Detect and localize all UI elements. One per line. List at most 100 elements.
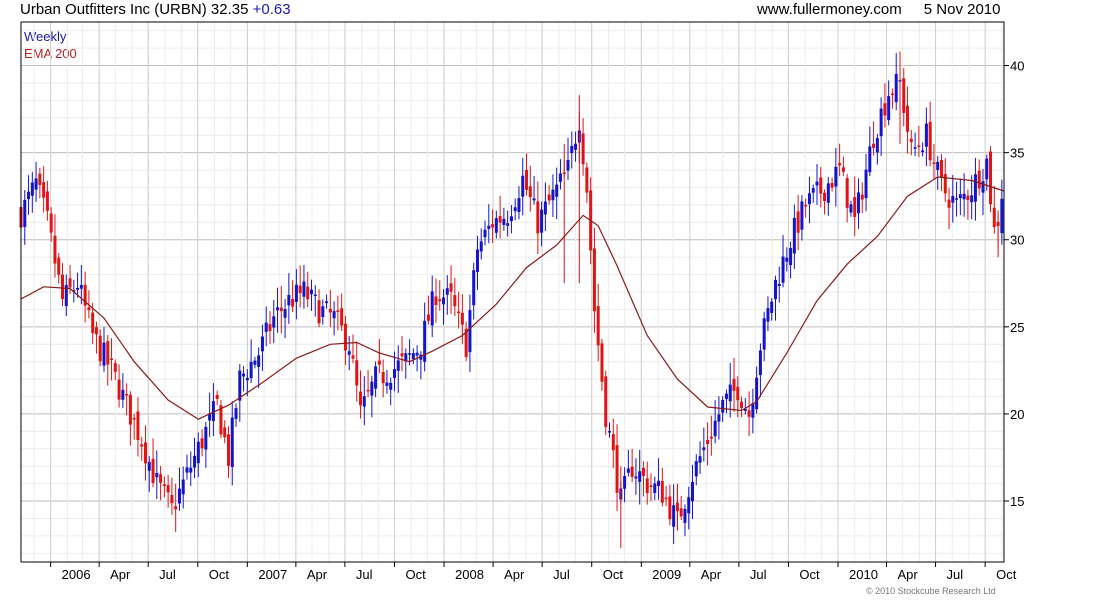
candle-up xyxy=(30,182,34,196)
candle-down xyxy=(223,427,227,438)
candle-down xyxy=(426,314,430,321)
candle-down xyxy=(381,372,385,384)
candle-down xyxy=(45,191,49,211)
candle-up xyxy=(566,159,570,171)
candle-up xyxy=(815,181,819,186)
candle-up xyxy=(728,384,732,402)
candle-down xyxy=(992,207,996,228)
candle-up xyxy=(392,369,396,378)
candle-down xyxy=(853,197,857,217)
candle-up xyxy=(302,281,306,297)
candle-up xyxy=(638,471,642,482)
candle-up xyxy=(147,461,151,471)
candle-up xyxy=(411,353,415,360)
candle-down xyxy=(359,391,363,406)
candle-down xyxy=(449,283,453,292)
candle-up xyxy=(955,198,959,200)
candle-down xyxy=(528,186,532,198)
y-tick-label: 15 xyxy=(1010,494,1024,509)
x-tick-label: Oct xyxy=(405,567,426,582)
candle-up xyxy=(921,150,925,153)
candle-up xyxy=(76,287,80,290)
candle-down xyxy=(823,192,827,202)
candle-down xyxy=(845,178,849,208)
candle-up xyxy=(389,382,393,390)
candle-up xyxy=(687,497,691,514)
candle-down xyxy=(977,170,981,189)
candle-up xyxy=(540,209,544,233)
x-tick-label: Jul xyxy=(947,567,964,582)
candle-down xyxy=(453,295,457,307)
candle-up xyxy=(962,193,966,200)
candle-down xyxy=(592,248,596,312)
candle-up xyxy=(309,289,313,295)
candle-up xyxy=(766,308,770,322)
candle-down xyxy=(615,445,619,493)
candle-up xyxy=(502,218,506,226)
candle-up xyxy=(762,318,766,350)
candle-down xyxy=(491,224,495,228)
candle-up xyxy=(430,291,434,326)
candle-down xyxy=(660,481,664,503)
candle-up xyxy=(257,355,261,368)
candle-down xyxy=(162,484,166,487)
candle-up xyxy=(34,178,38,190)
candle-up xyxy=(475,249,479,272)
x-tick-label: Oct xyxy=(799,567,820,582)
candle-up xyxy=(868,146,872,173)
candle-up xyxy=(23,199,27,228)
candle-up xyxy=(408,353,412,355)
candle-up xyxy=(574,143,578,150)
candle-down xyxy=(536,201,540,234)
candle-up xyxy=(347,351,351,355)
candle-down xyxy=(117,379,121,400)
candle-down xyxy=(400,353,404,357)
candle-down xyxy=(132,417,136,420)
candle-up xyxy=(789,248,793,266)
candle-up xyxy=(185,467,189,473)
candle-down xyxy=(649,485,653,487)
candle-up xyxy=(260,336,264,352)
candle-down xyxy=(932,162,936,164)
candle-up xyxy=(758,350,762,376)
candle-down xyxy=(709,436,713,439)
candle-up xyxy=(981,181,985,193)
y-tick-label: 35 xyxy=(1010,146,1024,161)
candle-down xyxy=(174,506,178,510)
candle-up xyxy=(193,455,197,468)
candle-down xyxy=(641,467,645,476)
ema-200-line xyxy=(20,176,1005,420)
candle-down xyxy=(883,103,887,116)
candle-up xyxy=(521,175,525,197)
candle-down xyxy=(819,177,823,194)
candle-down xyxy=(306,286,310,300)
candle-down xyxy=(890,93,894,96)
candle-up xyxy=(468,310,472,353)
candle-down xyxy=(909,138,913,143)
candle-up xyxy=(276,307,280,311)
candle-down xyxy=(917,145,921,147)
candle-down xyxy=(136,411,140,441)
candle-down xyxy=(457,311,461,314)
x-tick-label: Apr xyxy=(504,567,525,582)
candle-down xyxy=(804,204,808,207)
candle-up xyxy=(155,472,159,478)
candle-down xyxy=(200,438,204,449)
candle-down xyxy=(87,307,91,311)
x-tick-label: Jul xyxy=(553,567,570,582)
candle-down xyxy=(336,310,340,312)
candle-up xyxy=(985,158,989,180)
candle-up xyxy=(325,301,329,304)
candle-up xyxy=(196,441,200,464)
candle-up xyxy=(204,426,208,450)
candle-down xyxy=(740,401,744,408)
candle-down xyxy=(679,508,683,517)
candle-up xyxy=(396,360,400,371)
candle-up xyxy=(1000,198,1004,234)
x-tick-label: 2006 xyxy=(62,567,91,582)
candle-up xyxy=(785,257,789,262)
candle-up xyxy=(879,108,883,137)
x-tick-label: 2010 xyxy=(849,567,878,582)
candle-up xyxy=(551,189,555,201)
candle-up xyxy=(177,488,181,504)
